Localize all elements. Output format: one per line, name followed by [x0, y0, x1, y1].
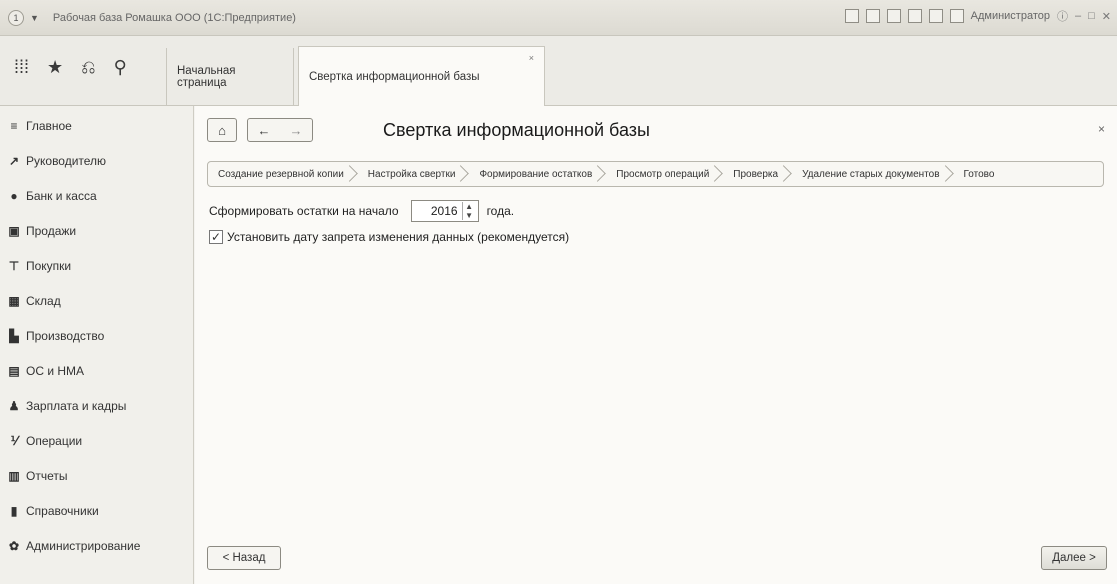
warehouse-icon: ▦ — [8, 294, 20, 308]
coin-icon: ● — [10, 189, 18, 203]
history-icon[interactable] — [886, 9, 901, 23]
lock-date-row: ✓ Установить дату запрета изменения данн… — [209, 230, 569, 244]
assets-icon: ▤ — [8, 364, 20, 378]
user-name[interactable]: Администратор — [971, 10, 1050, 22]
bag-icon: ▣ — [8, 224, 20, 238]
next-button[interactable]: Далее > — [1041, 546, 1107, 570]
sidebar-item-label: Склад — [26, 294, 61, 308]
sidebar-item-label: Руководителю — [26, 154, 107, 168]
year-suffix: года. — [486, 204, 515, 218]
back-arrow-icon[interactable]: ← — [258, 123, 271, 138]
calendar-icon[interactable] — [928, 9, 943, 23]
wizard-steps: Создание резервной копии Настройка свертк… — [207, 161, 1104, 187]
sidebar-item-4[interactable]: ⊤ Покупки — [0, 252, 194, 280]
lock-date-checkbox[interactable]: ✓ — [209, 230, 223, 244]
tab-home[interactable]: Начальная страница — [166, 48, 294, 106]
sidebar-item-6[interactable]: ▙ Производство — [0, 322, 194, 350]
app-menu-icon[interactable]: 1 — [8, 9, 24, 26]
page-title: Свертка информационной базы — [383, 120, 650, 140]
sidebar-item-7[interactable]: ▤ ОС и НМА — [0, 357, 194, 385]
factory-icon: ▙ — [9, 329, 19, 343]
person-icon: ♟ — [8, 399, 20, 413]
window-titlebar: 1 ▼ Рабочая база Ромашка ООО (1С:Предпри… — [0, 0, 1117, 36]
operations-icon: ⅟ — [10, 434, 18, 448]
tab-infobase-rollup[interactable]: Свертка информационной базы × — [298, 46, 545, 107]
info-icon[interactable]: ⓘ — [1057, 8, 1068, 24]
balance-row: Сформировать остатки на начало 2016 ▲ ▼ г… — [209, 200, 514, 222]
sidebar-item-1[interactable]: ↗ Руководителю — [0, 147, 194, 175]
titlebar-controls: Администратор ⓘ – □ ✕ — [844, 8, 1111, 24]
wizard-step[interactable]: Формирование остатков — [469, 162, 606, 186]
year-spinner[interactable]: ▲ ▼ — [461, 202, 476, 220]
sidebar-item-label: Продажи — [26, 224, 77, 238]
window-title: Рабочая база Ромашка ООО (1С:Предприятие… — [52, 11, 296, 24]
sidebar-item-label: Отчеты — [26, 469, 68, 483]
back-button[interactable]: < Назад — [207, 546, 281, 570]
wizard-step[interactable]: Удаление старых документов — [792, 162, 953, 186]
tab-active-label: Свертка информационной базы — [309, 71, 480, 83]
save-icon[interactable] — [844, 9, 859, 23]
star-icon[interactable]: ★ — [47, 58, 63, 76]
forward-arrow-icon[interactable]: → — [290, 123, 303, 138]
tab-home-label: Начальная страница — [177, 65, 236, 89]
main-panel: ⌂ ← → Свертка информационной базы × Созд… — [195, 106, 1117, 584]
reports-icon: ▥ — [8, 469, 20, 483]
cart-icon: ⊤ — [8, 259, 20, 273]
menu-icon: ≡ — [10, 119, 18, 133]
sidebar-item-11[interactable]: ▮ Справочники — [0, 497, 194, 525]
close-window-icon[interactable]: ✕ — [1102, 10, 1111, 23]
wizard-step[interactable]: Проверка — [723, 162, 792, 186]
home-button[interactable]: ⌂ — [207, 118, 237, 142]
print-icon[interactable] — [865, 9, 880, 23]
year-input[interactable]: 2016 ▲ ▼ — [410, 200, 479, 222]
sidebar-item-2[interactable]: ● Банк и касса — [0, 182, 194, 210]
sidebar-item-label: Банк и касса — [26, 189, 97, 203]
sidebar-item-label: Производство — [26, 329, 105, 343]
sidebar-item-8[interactable]: ♟ Зарплата и кадры — [0, 392, 194, 420]
sidebar-item-label: Покупки — [26, 259, 72, 273]
balance-label: Сформировать остатки на начало — [209, 204, 399, 218]
chart-line-icon: ↗ — [8, 154, 20, 168]
minimize-icon[interactable]: – — [1075, 10, 1081, 22]
sidebar-item-5[interactable]: ▦ Склад — [0, 287, 194, 315]
tool-icons: ⁞⁞⁞ ★ ⎌ ⚲ — [14, 58, 127, 76]
sidebar-item-3[interactable]: ▣ Продажи — [0, 217, 194, 245]
wizard-step[interactable]: Просмотр операций — [606, 162, 723, 186]
maximize-icon[interactable]: □ — [1088, 10, 1095, 22]
sidebar-item-label: Справочники — [26, 504, 99, 518]
wizard-step[interactable]: Создание резервной копии — [208, 162, 358, 186]
sidebar-item-0[interactable]: ≡ Главное — [0, 112, 194, 140]
sidebar: ≡ Главное ↗ Руководителю ● Банк и касса ▣ Прода… — [0, 106, 194, 584]
sidebar-item-label: Операции — [26, 434, 83, 448]
sidebar-item-label: Главное — [26, 119, 72, 133]
home-icon: ⌂ — [218, 122, 226, 138]
wizard-step[interactable]: Готово — [954, 162, 1009, 186]
gear-icon: ✿ — [8, 539, 20, 553]
sidebar-item-label: Администрирование — [26, 539, 141, 553]
calculator-icon[interactable] — [907, 9, 922, 23]
history-nav: ← → — [247, 118, 313, 142]
sidebar-item-10[interactable]: ▥ Отчеты — [0, 462, 194, 490]
close-form-icon[interactable]: × — [1098, 122, 1105, 136]
tab-close-icon[interactable]: × — [529, 53, 534, 63]
history-clock-icon[interactable]: ⎌ — [81, 58, 95, 76]
wizard-step[interactable]: Настройка свертки — [358, 162, 470, 186]
sidebar-item-label: Зарплата и кадры — [26, 399, 127, 413]
sidebar-item-9[interactable]: ⅟ Операции — [0, 427, 194, 455]
book-icon: ▮ — [10, 504, 18, 518]
sidebar-item-label: ОС и НМА — [26, 364, 85, 378]
window-layout-icon[interactable] — [949, 9, 964, 23]
year-value: 2016 — [430, 204, 458, 218]
apps-grid-icon[interactable]: ⁞⁞⁞ — [14, 58, 29, 76]
tab-bar: ⁞⁞⁞ ★ ⎌ ⚲ Начальная страница Свертка инф… — [0, 36, 1117, 107]
search-icon[interactable]: ⚲ — [114, 58, 127, 76]
dropdown-arrow-icon[interactable]: ▼ — [30, 13, 39, 23]
sidebar-item-12[interactable]: ✿ Администрирование — [0, 532, 194, 560]
checkmark-icon: ✓ — [210, 230, 222, 244]
lock-date-label[interactable]: Установить дату запрета изменения данных… — [227, 230, 569, 244]
